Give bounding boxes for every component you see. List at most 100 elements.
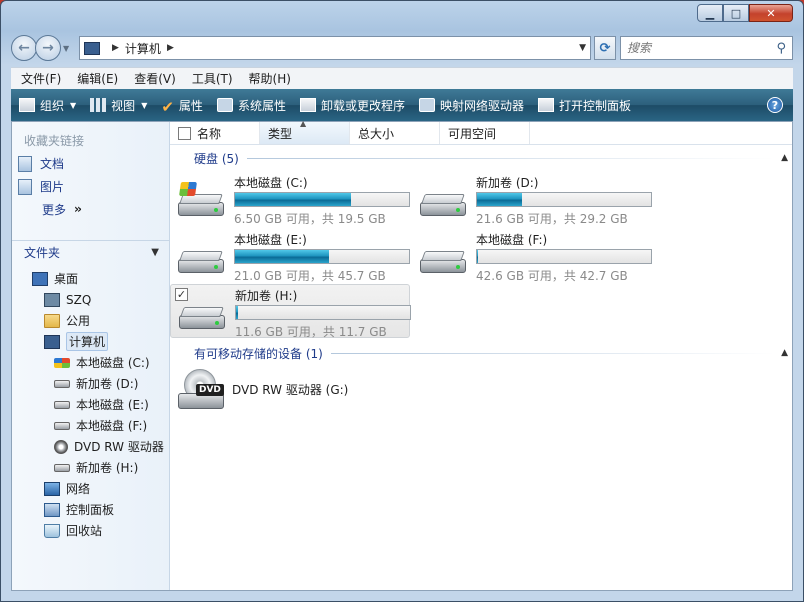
tree-item-szq[interactable]: SZQ (12, 289, 169, 310)
favorite-documents[interactable]: 文档 (12, 152, 169, 175)
usage-fill (477, 193, 523, 206)
drive-name: DVD RW 驱动器 (G:) (232, 383, 349, 397)
control-panel-icon (44, 502, 60, 517)
drive-name: 本地磁盘 (F:) (476, 233, 548, 247)
forward-button[interactable]: → (35, 35, 61, 61)
user-folder-icon (44, 292, 60, 307)
tree-item-drive-c[interactable]: 本地磁盘 (C:) (12, 352, 169, 373)
column-total-size[interactable]: 总大小 (350, 122, 440, 144)
organize-button[interactable]: 组织 ▼ (19, 97, 76, 114)
drive-tile-f[interactable]: 本地磁盘 (F:) 42.6 GB 可用，共 42.7 GB (412, 229, 652, 283)
drive-name: 新加卷 (H:) (235, 289, 298, 303)
breadcrumb-arrow-icon[interactable]: ▶ (112, 43, 119, 53)
drive-tile-d[interactable]: 新加卷 (D:) 21.6 GB 可用，共 29.2 GB (412, 172, 652, 226)
tree-label: SZQ (66, 292, 92, 307)
drive-icon (420, 241, 466, 273)
usage-bar (476, 249, 652, 264)
favorites-more[interactable]: 更多 ›› (12, 198, 169, 220)
group-header-hdd[interactable]: 硬盘 (5) ▲ (170, 149, 792, 167)
menu-edit[interactable]: 编辑(E) (77, 70, 118, 87)
group-label: 有可移动存储的设备 (1) (194, 346, 323, 361)
dvd-badge: DVD (196, 384, 224, 396)
menu-view[interactable]: 查看(V) (134, 70, 176, 87)
refresh-icon: ⟳ (599, 40, 611, 56)
group-header-removable[interactable]: 有可移动存储的设备 (1) ▲ (170, 344, 792, 362)
system-properties-button[interactable]: 系统属性 (216, 97, 286, 114)
close-button[interactable]: ✕ (749, 4, 793, 22)
tree-label: 本地磁盘 (F:) (76, 419, 148, 433)
column-label: 类型 (268, 126, 293, 141)
select-all-checkbox[interactable] (178, 126, 191, 140)
address-dropdown-icon[interactable]: ▼ (579, 43, 586, 53)
tree-item-drive-e[interactable]: 本地磁盘 (E:) (12, 394, 169, 415)
drive-tile-c[interactable]: 本地磁盘 (C:) 6.50 GB 可用，共 19.5 GB (170, 172, 410, 226)
refresh-button[interactable]: ⟳ (594, 36, 616, 60)
tree-item-recycle-bin[interactable]: 回收站 (12, 520, 169, 541)
properties-button[interactable]: ✔ 属性 (161, 97, 203, 116)
search-box[interactable]: ⚲ (620, 36, 793, 60)
explorer-body: 收藏夹链接 文档 图片 更多 ›› 文件夹 ▼ 桌面 SZQ 公用 计算机 本地… (11, 119, 793, 591)
column-type[interactable]: ▲ 类型 (260, 119, 350, 144)
collapse-icon[interactable]: ▲ (781, 153, 788, 163)
search-input[interactable] (627, 41, 777, 55)
tree-label: DVD RW 驱动器 (74, 440, 164, 454)
folders-header[interactable]: 文件夹 ▼ (12, 240, 169, 264)
recent-pages-dropdown[interactable]: ▼ (63, 44, 73, 53)
dvd-drive-tile[interactable]: DVD DVD RW 驱动器 (G:) (178, 369, 418, 423)
computer-icon (44, 334, 60, 349)
system-properties-icon (216, 98, 233, 112)
chevron-down-icon: ▼ (141, 100, 148, 110)
help-button[interactable]: ? (767, 97, 783, 113)
tree-label: 计算机 (66, 332, 109, 351)
system-drive-icon (54, 357, 70, 368)
drive-tile-e[interactable]: 本地磁盘 (E:) 21.0 GB 可用，共 45.7 GB (170, 229, 410, 283)
tree-item-public[interactable]: 公用 (12, 310, 169, 331)
chevron-down-icon[interactable]: ▼ (151, 247, 159, 258)
folder-tree: 桌面 SZQ 公用 计算机 本地磁盘 (C:) 新加卷 (D:) 本地磁盘 (E… (12, 268, 169, 541)
properties-label: 属性 (178, 98, 203, 113)
search-icon[interactable]: ⚲ (776, 41, 786, 56)
back-button[interactable]: ← (11, 35, 37, 61)
favorite-label: 文档 (40, 157, 65, 171)
tree-item-drive-d[interactable]: 新加卷 (D:) (12, 373, 169, 394)
minimize-button[interactable]: ▁ (697, 4, 723, 22)
network-drive-icon (418, 98, 435, 112)
usage-bar (234, 192, 410, 207)
explorer-window: ▁ □ ✕ ← → ▼ ▶ 计算机 ▶ ▼ ⟳ ⚲ 文件(F) 编辑(E) 查看… (0, 0, 804, 602)
maximize-button[interactable]: □ (723, 4, 749, 22)
drive-tile-h[interactable]: ✓ 新加卷 (H:) 11.6 GB 可用，共 11.7 GB (170, 284, 411, 339)
control-panel-button[interactable]: 打开控制面板 (537, 97, 631, 114)
map-drive-button[interactable]: 映射网络驱动器 (418, 97, 524, 114)
breadcrumb-arrow-icon[interactable]: ▶ (167, 43, 174, 53)
tree-item-control-panel[interactable]: 控制面板 (12, 499, 169, 520)
programs-icon (299, 98, 316, 112)
column-name[interactable]: 名称 (170, 122, 260, 144)
favorite-pictures[interactable]: 图片 (12, 175, 169, 198)
control-panel-label: 打开控制面板 (558, 98, 631, 113)
folders-title: 文件夹 (24, 246, 61, 260)
tree-item-drive-h[interactable]: 新加卷 (H:) (12, 457, 169, 478)
drive-free-text: 42.6 GB 可用，共 42.7 GB (476, 269, 628, 283)
favorites-title: 收藏夹链接 (24, 134, 85, 148)
breadcrumb-computer[interactable]: 计算机 (125, 40, 161, 57)
tree-item-computer[interactable]: 计算机 (12, 331, 169, 352)
drive-icon (420, 184, 466, 216)
column-headers: 名称 ▲ 类型 总大小 可用空间 (170, 119, 792, 145)
menu-tools[interactable]: 工具(T) (192, 70, 233, 87)
sort-ascending-icon: ▲ (300, 119, 307, 128)
drive-icon (179, 297, 225, 329)
menu-file[interactable]: 文件(F) (21, 70, 61, 87)
tree-item-desktop[interactable]: 桌面 (12, 268, 169, 289)
tree-item-dvd[interactable]: DVD RW 驱动器 (12, 436, 169, 457)
navigation-pane: 收藏夹链接 文档 图片 更多 ›› 文件夹 ▼ 桌面 SZQ 公用 计算机 本地… (12, 122, 170, 590)
map-drive-label: 映射网络驱动器 (439, 98, 524, 113)
tree-item-drive-f[interactable]: 本地磁盘 (F:) (12, 415, 169, 436)
tree-item-network[interactable]: 网络 (12, 478, 169, 499)
collapse-icon[interactable]: ▲ (781, 348, 788, 358)
uninstall-button[interactable]: 卸载或更改程序 (299, 97, 405, 114)
column-free-space[interactable]: 可用空间 (440, 122, 530, 144)
address-bar[interactable]: ▶ 计算机 ▶ ▼ (79, 36, 591, 60)
menu-help[interactable]: 帮助(H) (249, 70, 291, 87)
views-button[interactable]: 视图 ▼ (90, 97, 147, 114)
menu-bar: 文件(F) 编辑(E) 查看(V) 工具(T) 帮助(H) (11, 67, 793, 89)
